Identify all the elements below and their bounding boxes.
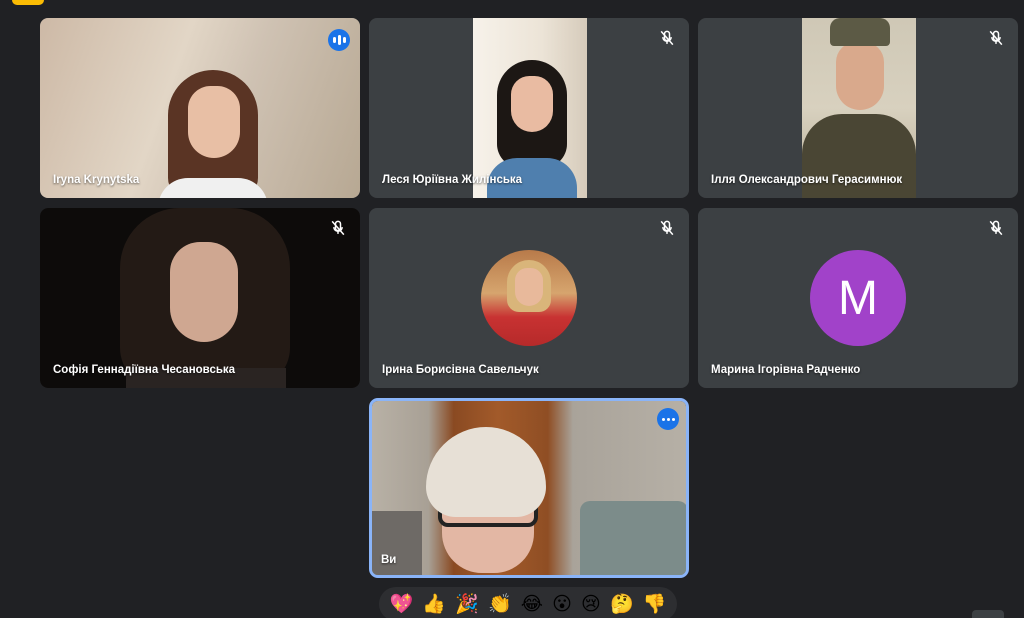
participant-name: Iryna Krynytska [53, 174, 140, 186]
thinking-face-reaction[interactable]: 🤔 [610, 594, 634, 614]
self-video [372, 401, 686, 575]
top-indicator [12, 0, 44, 5]
participant-tile[interactable]: Леся Юріївна Жилінська [369, 18, 689, 198]
participant-video [40, 208, 360, 388]
participant-tile[interactable]: Софія Геннадіївна Чесановська [40, 208, 360, 388]
participant-name: Ви [381, 554, 397, 566]
participant-avatar [481, 250, 577, 346]
bottom-corner-button[interactable] [972, 610, 1004, 618]
self-view-tile[interactable]: Ви [369, 398, 689, 578]
mic-off-icon [660, 30, 674, 46]
participant-tile[interactable]: Ірина Борисівна Савельчук [369, 208, 689, 388]
mic-off-icon [989, 220, 1003, 236]
more-options-icon[interactable] [657, 408, 679, 430]
mic-off-icon [331, 220, 345, 236]
participant-name: Ірина Борисівна Савельчук [382, 364, 539, 376]
participant-avatar: M [810, 250, 906, 346]
participant-name: Марина Ігорівна Радченко [711, 364, 861, 376]
surprised-face-reaction[interactable]: 😮 [552, 594, 572, 614]
reactions-bar: 💖 👍 🎉 👏 😂 😮 😢 🤔 👎 [379, 587, 677, 618]
participant-name: Ілля Олександрович Герасимнюк [711, 174, 903, 186]
participant-video [802, 18, 916, 198]
tears-of-joy-reaction[interactable]: 😂 [521, 594, 543, 614]
mic-off-icon [660, 220, 674, 236]
participant-name: Софія Геннадіївна Чесановська [53, 364, 236, 376]
thumbs-up-reaction[interactable]: 👍 [422, 594, 446, 614]
participant-tile[interactable]: Iryna Krynytska [40, 18, 360, 198]
sparkling-heart-reaction[interactable]: 💖 [390, 594, 414, 614]
participant-name: Леся Юріївна Жилінська [382, 174, 523, 186]
participant-video [473, 18, 587, 198]
clapping-hands-reaction[interactable]: 👏 [488, 594, 512, 614]
crying-face-reaction[interactable]: 😢 [581, 594, 601, 614]
participant-tile[interactable]: Ілля Олександрович Герасимнюк [698, 18, 1018, 198]
participant-video [40, 18, 360, 198]
speaking-indicator-icon [328, 29, 350, 51]
party-popper-reaction[interactable]: 🎉 [455, 594, 479, 614]
mic-off-icon [989, 30, 1003, 46]
thumbs-down-reaction[interactable]: 👎 [643, 594, 667, 614]
participant-tile[interactable]: M Марина Ігорівна Радченко [698, 208, 1018, 388]
